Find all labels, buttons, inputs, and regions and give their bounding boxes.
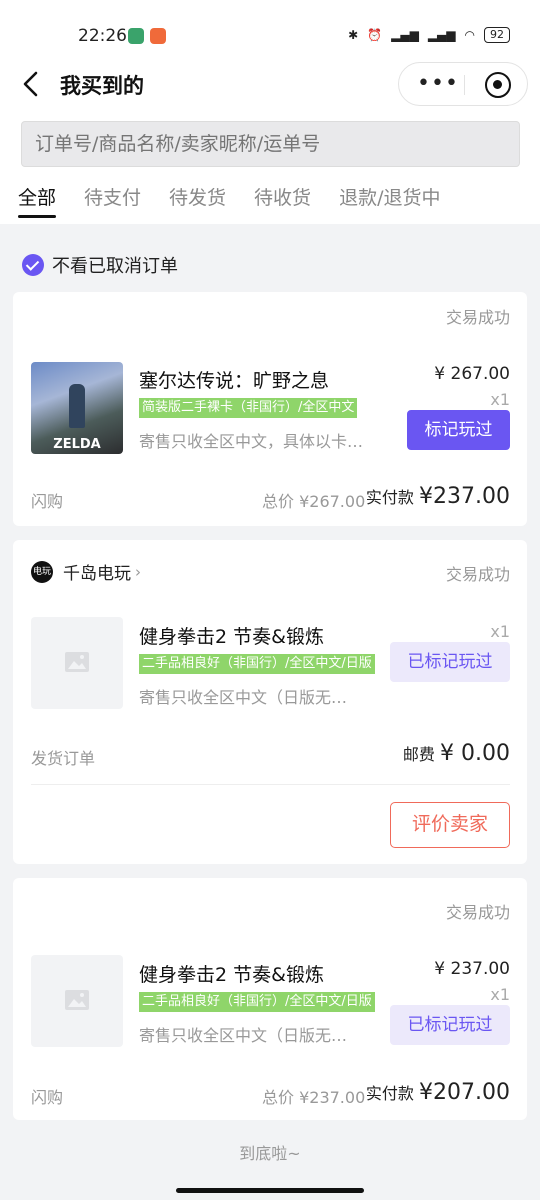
postage-value: ¥ 0.00 [440, 741, 510, 766]
filter-label: 不看已取消订单 [52, 256, 178, 277]
signal-icon: ▂▄▆ [391, 28, 419, 42]
tab-all[interactable]: 全部 [18, 176, 57, 224]
page-title: 我买到的 [60, 74, 144, 98]
mini-program-capsule: ••• [398, 62, 528, 106]
search-input[interactable] [21, 121, 520, 167]
cover-figure [69, 384, 85, 428]
product-qty: x1 [490, 622, 510, 641]
cover-logo-text: ZELDA [53, 437, 101, 452]
battery-icon: 92 [484, 27, 510, 43]
product-image-placeholder[interactable] [31, 955, 123, 1047]
bluetooth-icon: ✱ [348, 28, 359, 42]
order-status: 交易成功 [445, 903, 510, 922]
status-bar: 22:26 ✱ ⏰ ▂▄▆ ▂▄▆ ◠ 92 [0, 0, 540, 56]
paid-amount: 实付款 ¥207.00 [366, 1080, 510, 1105]
postage-amount: 邮费 ¥ 0.00 [403, 741, 510, 766]
store-avatar: 电玩 [31, 560, 53, 583]
product-tag: 简装版二手裸卡（非国行）/全区中文 [139, 398, 358, 418]
postage-label: 邮费 [402, 745, 435, 764]
search-bar [0, 114, 540, 176]
order-status: 交易成功 [445, 308, 510, 327]
product-tag: 二手品相良好（非国行）/全区中文/日版 [139, 992, 375, 1012]
paid-amount: 实付款 ¥237.00 [366, 484, 510, 509]
signal-icon: ▂▄▆ [427, 28, 456, 42]
product-desc: 寄售只收全区中文（日版无… [139, 688, 348, 707]
alarm-icon: ⏰ [367, 28, 383, 42]
image-placeholder-icon [65, 652, 89, 672]
home-indicator[interactable] [176, 1188, 364, 1193]
order-tabs: 全部 待支付 待发货 待收货 退款/退货中 [0, 176, 540, 224]
app-notification-icon [128, 28, 144, 44]
store-link[interactable]: 电玩 千岛电玩 › [31, 559, 141, 584]
app-notification-icon [150, 28, 166, 44]
product-price: ¥ 267.00 [434, 364, 510, 384]
tab-pending-receipt[interactable]: 待收货 [254, 176, 311, 224]
capsule-divider [464, 75, 465, 95]
product-image-placeholder[interactable] [31, 617, 123, 709]
checkbox-checked-icon[interactable] [22, 254, 44, 276]
header: 我买到的 ••• [0, 56, 540, 114]
product-qty: x1 [490, 390, 510, 409]
product-name: 健身拳击2 节奏&锻炼 [139, 626, 324, 648]
system-indicators: ✱ ⏰ ▂▄▆ ▂▄▆ ◠ 92 [348, 27, 510, 43]
order-type: 发货订单 [31, 749, 96, 768]
end-of-list-text: 到底啦~ [239, 1144, 301, 1163]
paid-label: 实付款 [365, 488, 414, 507]
tab-refund[interactable]: 退款/退货中 [339, 176, 440, 224]
product-qty: x1 [490, 985, 510, 1004]
order-total: 总价 ¥267.00 [262, 492, 366, 511]
order-type: 闪购 [31, 492, 64, 511]
tab-pending-shipment[interactable]: 待发货 [169, 176, 226, 224]
order-total: 总价 ¥237.00 [262, 1088, 366, 1107]
product-desc: 寄售只收全区中文（日版无… [139, 1026, 348, 1045]
paid-value: ¥237.00 [419, 484, 510, 509]
hide-cancelled-filter[interactable]: 不看已取消订单 [22, 252, 178, 278]
status-time: 22:26 [78, 26, 127, 46]
image-placeholder-icon [65, 990, 89, 1010]
order-card[interactable]: 电玩 千岛电玩 › 交易成功 健身拳击2 节奏&锻炼 二手品相良好（非国行）/全… [13, 540, 527, 864]
tab-pending-payment[interactable]: 待支付 [84, 176, 141, 224]
product-desc: 寄售只收全区中文，具体以卡… [139, 432, 364, 451]
store-name: 千岛电玩 [63, 564, 131, 584]
product-name: 健身拳击2 节奏&锻炼 [139, 964, 324, 986]
product-tag: 二手品相良好（非国行）/全区中文/日版 [139, 654, 375, 674]
review-seller-button[interactable]: 评价卖家 [390, 802, 510, 848]
more-icon[interactable]: ••• [417, 73, 459, 95]
wifi-icon: ◠ [464, 28, 475, 42]
close-target-icon[interactable] [485, 72, 511, 98]
paid-label: 实付款 [365, 1084, 414, 1103]
notification-icons [128, 28, 166, 44]
product-image[interactable]: ZELDA [31, 362, 123, 454]
product-name: 塞尔达传说：旷野之息 [139, 370, 330, 392]
back-arrow-icon[interactable] [18, 70, 46, 98]
paid-value: ¥207.00 [419, 1080, 510, 1105]
mark-played-button[interactable]: 标记玩过 [407, 410, 510, 450]
product-price: ¥ 237.00 [434, 959, 510, 979]
chevron-right-icon: › [135, 562, 141, 581]
order-type: 闪购 [31, 1088, 64, 1107]
marked-played-button[interactable]: 已标记玩过 [390, 642, 510, 682]
order-card[interactable]: 交易成功 ZELDA 塞尔达传说：旷野之息 简装版二手裸卡（非国行）/全区中文 … [13, 292, 527, 526]
order-status: 交易成功 [445, 565, 510, 584]
marked-played-button[interactable]: 已标记玩过 [390, 1005, 510, 1045]
divider [31, 784, 510, 785]
order-card[interactable]: 交易成功 健身拳击2 节奏&锻炼 二手品相良好（非国行）/全区中文/日版 寄售只… [13, 878, 527, 1120]
